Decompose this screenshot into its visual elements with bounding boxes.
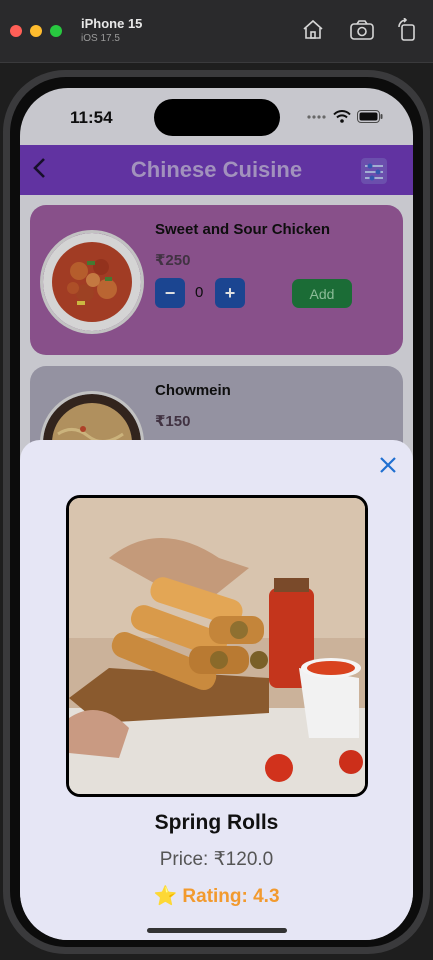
zoom-window-button[interactable] (50, 25, 62, 37)
screenshot-icon[interactable] (349, 18, 374, 42)
item-detail-sheet: Spring Rolls Price: ₹120.0 ⭐ Rating: 4.3 (20, 440, 413, 940)
minimize-window-button[interactable] (30, 25, 42, 37)
window-controls (10, 25, 62, 37)
phone-screen: 11:54 Chinese Cuisine Sweet and Sour Chi… (20, 88, 413, 940)
item-name: Spring Rolls (154, 811, 279, 834)
item-photo (66, 495, 368, 797)
dynamic-island (154, 99, 280, 136)
home-indicator[interactable] (147, 928, 287, 933)
simulator-toolbar: iPhone 15 iOS 17.5 (0, 0, 433, 62)
device-name: iPhone 15 (81, 16, 143, 31)
home-icon[interactable] (301, 18, 325, 42)
close-icon (380, 457, 396, 473)
close-button[interactable] (377, 454, 399, 476)
os-version: iOS 17.5 (81, 33, 120, 44)
rotate-icon[interactable] (395, 17, 419, 42)
item-rating: ⭐ Rating: 4.3 (153, 886, 280, 907)
item-price: Price: ₹120.0 (159, 849, 274, 870)
close-window-button[interactable] (10, 25, 22, 37)
toolbar-divider (0, 62, 433, 63)
